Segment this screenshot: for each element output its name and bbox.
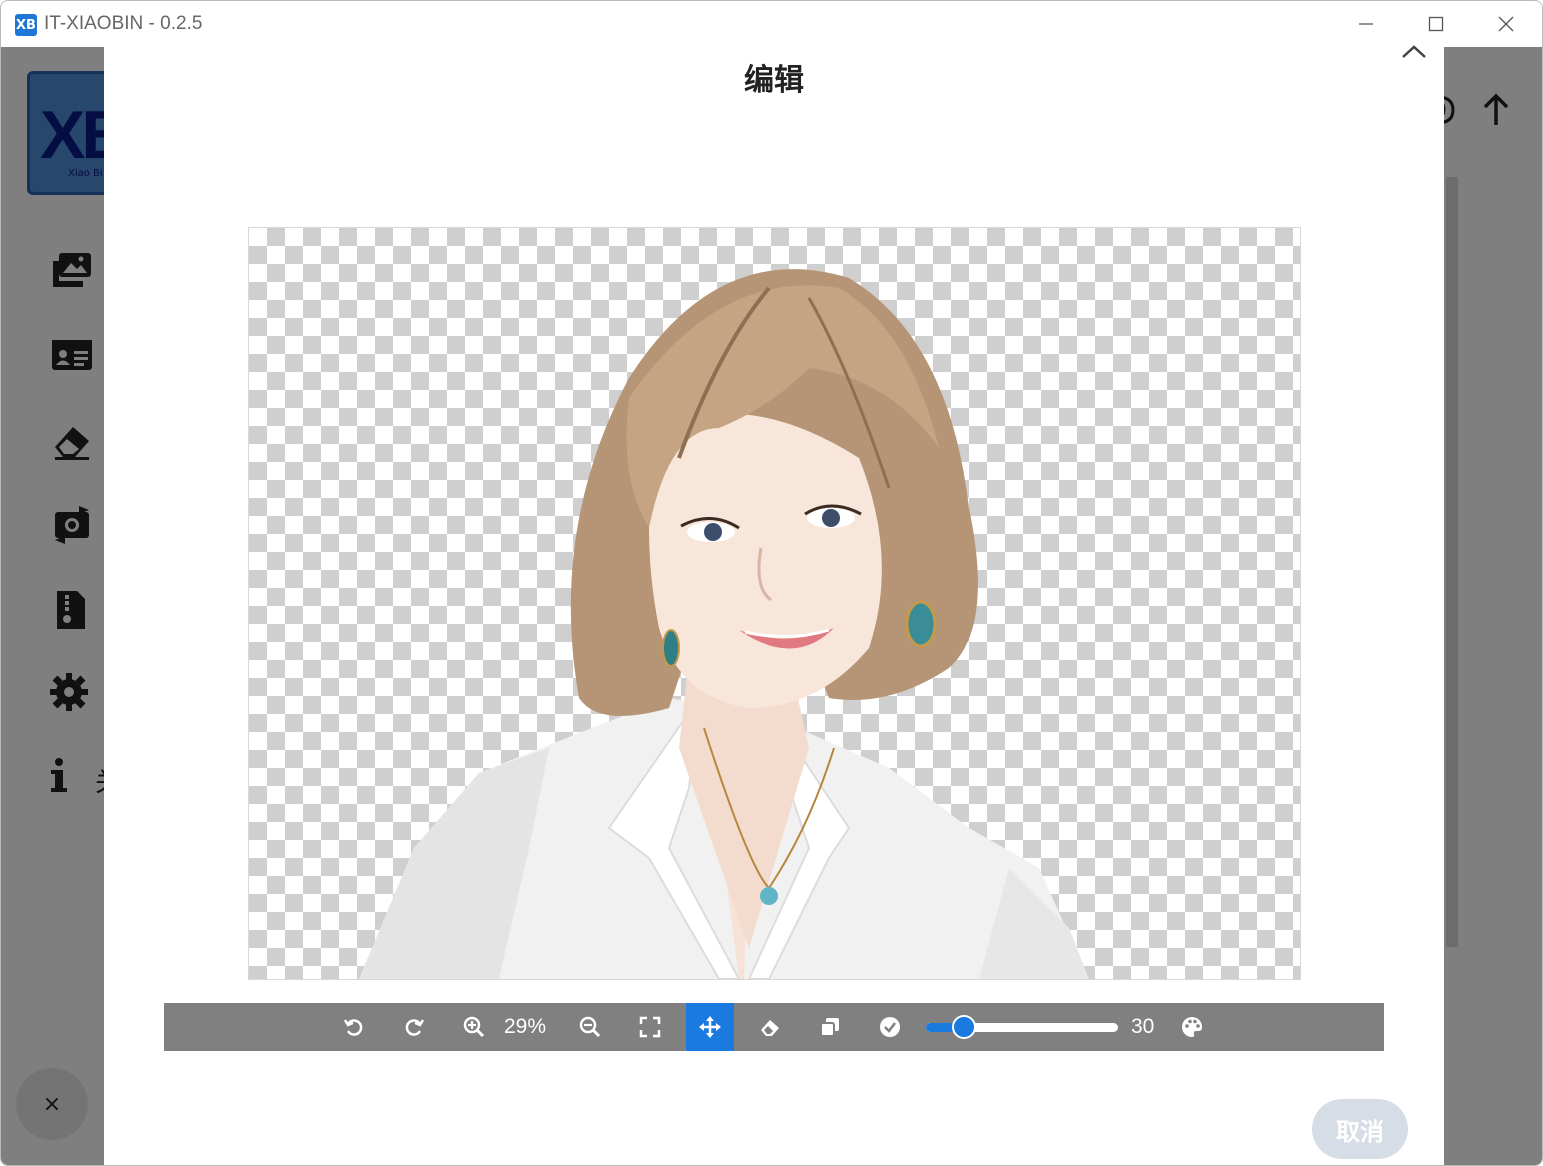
fullscreen-icon xyxy=(639,1016,661,1038)
title-bar: XB IT-XIAOBIN - 0.2.5 xyxy=(1,1,1542,47)
image-canvas[interactable] xyxy=(248,227,1301,980)
brush-size-slider[interactable] xyxy=(926,1015,1118,1039)
eraser-icon xyxy=(761,1020,779,1036)
redo-icon xyxy=(405,1019,425,1036)
zoom-in-icon xyxy=(463,1016,485,1038)
undo-button[interactable] xyxy=(330,1003,378,1051)
app-window: XB IT-XIAOBIN - 0.2.5 抠 XB Xiao Bi xyxy=(0,0,1543,1166)
chevron-up-icon[interactable] xyxy=(1397,41,1431,67)
maximize-icon xyxy=(1428,16,1444,32)
zoom-level: 29% xyxy=(504,1015,547,1038)
minimize-button[interactable] xyxy=(1331,1,1401,47)
cancel-button[interactable]: 取消 xyxy=(1312,1099,1408,1159)
app-icon: XB xyxy=(15,14,37,36)
zoom-out-button[interactable] xyxy=(566,1003,614,1051)
palette-icon xyxy=(1182,1017,1202,1037)
window-title: IT-XIAOBIN - 0.2.5 xyxy=(44,13,203,34)
move-arrows-icon xyxy=(699,1016,721,1038)
layers-icon xyxy=(820,1018,839,1037)
minimize-icon xyxy=(1359,23,1373,25)
layers-button[interactable] xyxy=(806,1003,854,1051)
redo-button[interactable] xyxy=(390,1003,438,1051)
cutout-portrait-image xyxy=(359,269,1089,979)
undo-icon xyxy=(343,1019,363,1036)
move-tool-button[interactable] xyxy=(686,1003,734,1051)
slider-thumb[interactable] xyxy=(952,1015,977,1039)
editor-toolbar: 29% 30 xyxy=(164,1003,1384,1051)
dialog-title: 编辑 xyxy=(744,63,804,98)
eraser-tool-button[interactable] xyxy=(746,1003,794,1051)
color-palette-button[interactable] xyxy=(1168,1003,1216,1051)
close-window-button[interactable] xyxy=(1471,1,1541,47)
edit-dialog: 编辑 29% 30 取消 xyxy=(104,45,1444,1165)
zoom-in-button[interactable] xyxy=(450,1003,498,1051)
fit-screen-button[interactable] xyxy=(626,1003,674,1051)
confirm-button[interactable] xyxy=(866,1003,914,1051)
brush-size-value: 30 xyxy=(1131,1015,1155,1038)
zoom-out-icon xyxy=(579,1016,601,1038)
close-icon xyxy=(1498,16,1514,32)
check-circle-icon xyxy=(880,1017,900,1037)
